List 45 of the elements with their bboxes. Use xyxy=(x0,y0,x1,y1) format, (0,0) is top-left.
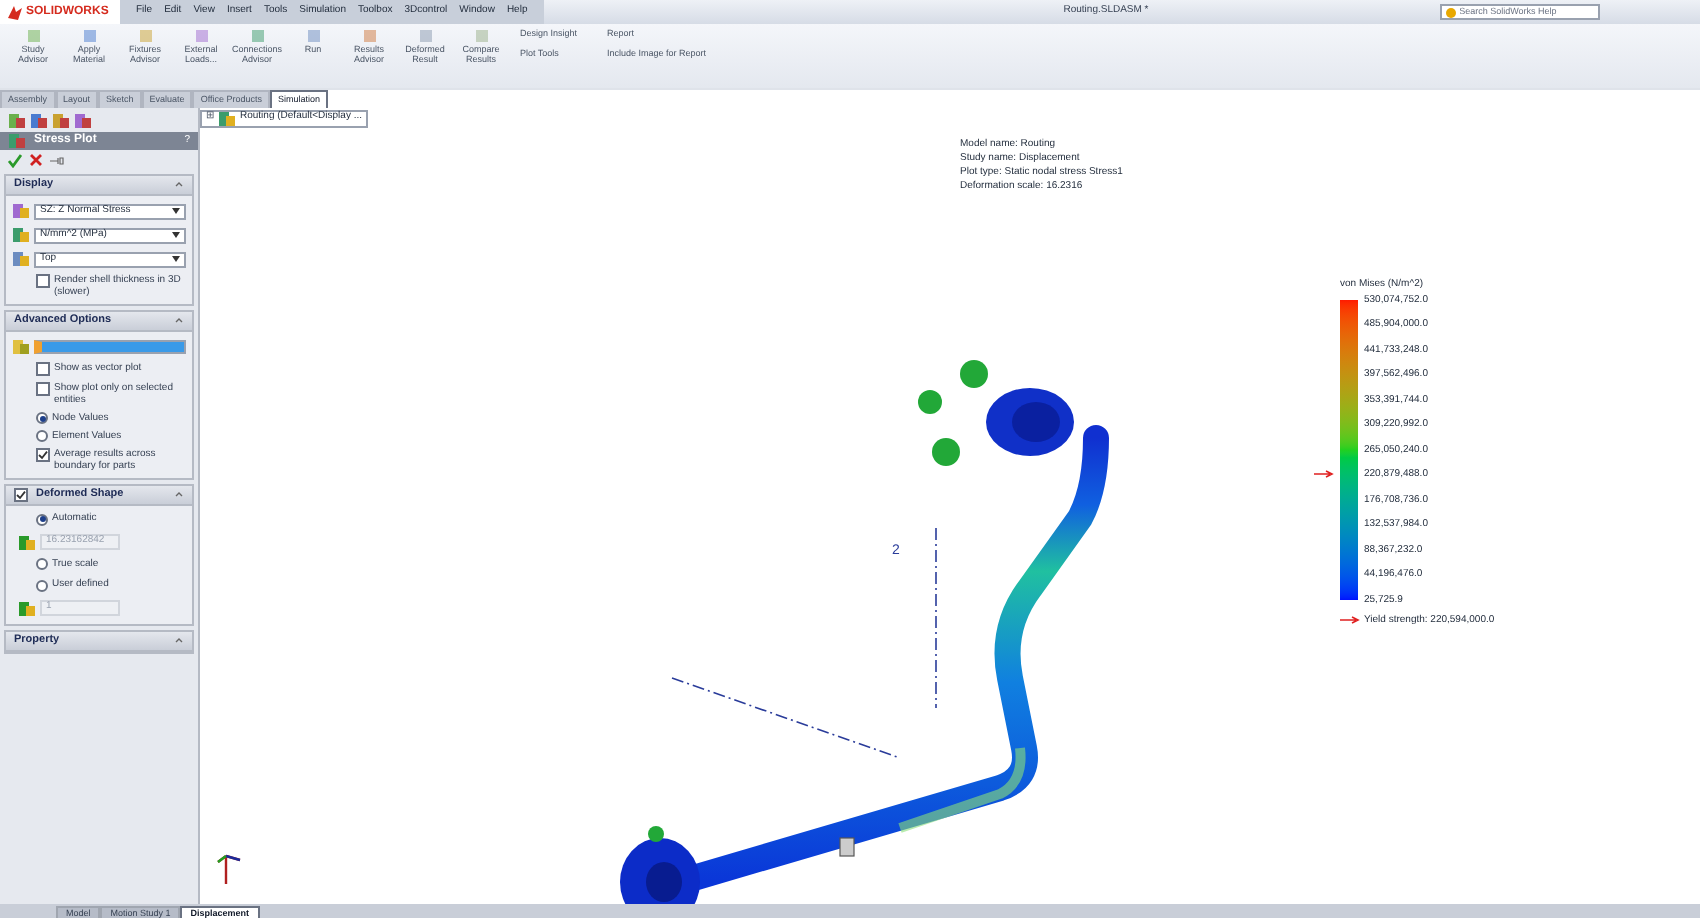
option-icon xyxy=(12,338,30,356)
ribbon-tool-icon xyxy=(417,28,433,44)
collapse-icon[interactable] xyxy=(174,635,184,645)
ribbon-tool-icon xyxy=(361,28,377,44)
checkbox[interactable] xyxy=(36,274,50,288)
option-icon xyxy=(12,250,30,268)
stress-plot-icon xyxy=(8,132,26,150)
ribbon-tool-icon xyxy=(25,28,41,44)
ribbon-tool-icon xyxy=(81,28,97,44)
checkbox[interactable] xyxy=(36,362,50,376)
ribbon-tool-icon xyxy=(137,28,153,44)
option-icon xyxy=(12,202,30,220)
checkbox[interactable] xyxy=(14,488,28,502)
radio-button[interactable] xyxy=(36,412,48,424)
collapse-icon[interactable] xyxy=(174,180,184,190)
ribbon-tool-icon xyxy=(249,28,265,44)
logo-icon xyxy=(8,5,22,19)
selection-field[interactable] xyxy=(34,340,186,354)
panel-tab-icon xyxy=(8,111,26,129)
ribbon-tool-icon xyxy=(473,28,489,44)
caret-icon xyxy=(172,232,180,238)
radio-button[interactable] xyxy=(36,558,48,571)
radio-button[interactable] xyxy=(36,430,48,442)
assembly-icon xyxy=(218,109,236,127)
close-icon[interactable] xyxy=(30,154,42,166)
collapse-icon[interactable] xyxy=(174,316,184,326)
caret-icon xyxy=(172,208,180,214)
collapse-icon[interactable] xyxy=(174,490,184,500)
ribbon-tool-icon xyxy=(193,28,209,44)
option-icon xyxy=(12,226,30,244)
yield-arrow-icon xyxy=(1340,616,1360,625)
caret-icon xyxy=(172,256,180,262)
graphics-viewport[interactable] xyxy=(200,128,1700,904)
radio-button[interactable] xyxy=(36,579,48,592)
ok-icon[interactable] xyxy=(8,153,22,167)
checkbox[interactable] xyxy=(36,382,50,396)
pushpin-icon[interactable] xyxy=(50,155,64,165)
scale-icon xyxy=(18,599,36,617)
panel-tab-icon xyxy=(74,111,92,129)
radio-button[interactable] xyxy=(36,513,48,526)
checkbox[interactable] xyxy=(36,448,50,462)
scale-icon xyxy=(18,533,36,551)
panel-tab-icon xyxy=(52,111,70,129)
panel-tab-icon xyxy=(30,111,48,129)
ribbon-tool-icon xyxy=(305,28,321,44)
